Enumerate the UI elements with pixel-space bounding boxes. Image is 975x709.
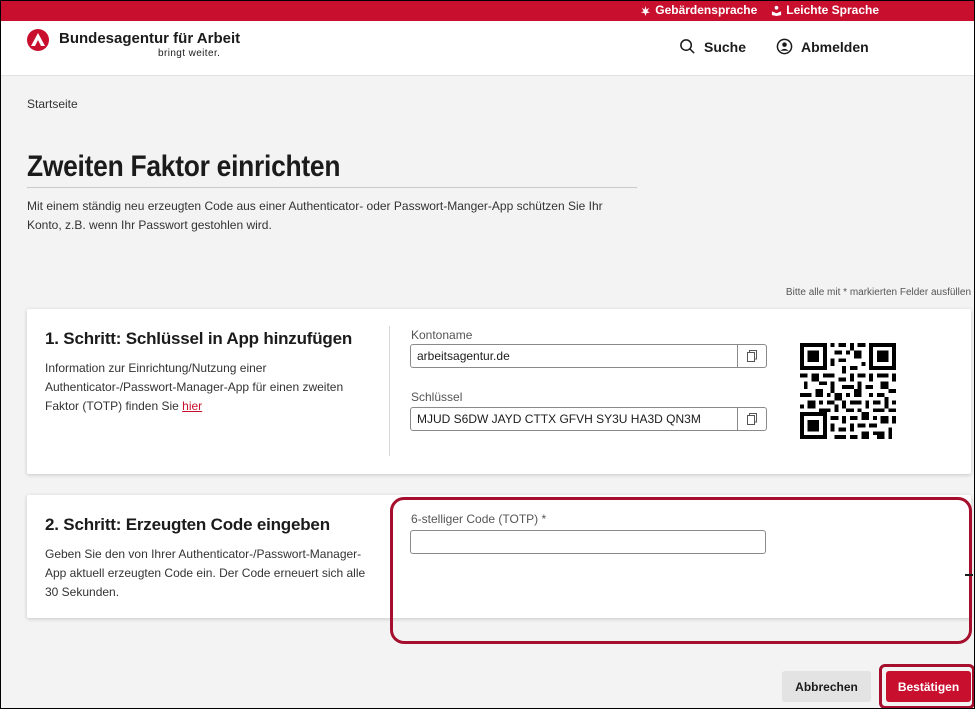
title-divider xyxy=(27,187,637,188)
totp-field-highlight xyxy=(390,497,972,644)
logout-button[interactable]: Abmelden xyxy=(776,38,869,55)
step2-description: Geben Sie den von Ihrer Authenticator-/P… xyxy=(45,547,366,599)
sign-language-label: Gebärdensprache xyxy=(655,3,758,17)
book-reader-icon xyxy=(772,5,782,16)
top-utility-bar: Gebärdensprache Leichte Sprache xyxy=(0,0,975,21)
page-intro: Mit einem ständig neu erzeugten Code aus… xyxy=(27,199,603,232)
step2-heading: 2. Schritt: Erzeugten Code eingeben xyxy=(45,515,330,534)
step1-help-link[interactable]: hier xyxy=(182,399,202,413)
key-field[interactable]: MJUD S6DW JAYD CTTX GFVH SY3U HA3D QN3M xyxy=(410,407,767,431)
search-button[interactable]: Suche xyxy=(679,38,746,55)
required-fields-note: Bitte alle mit * markierten Felder ausfü… xyxy=(785,287,971,298)
site-header: Bundesagentur für Arbeit bringt weiter. … xyxy=(0,21,975,76)
easy-language-label: Leichte Sprache xyxy=(786,3,879,17)
search-icon xyxy=(680,39,695,54)
copy-account-button[interactable] xyxy=(737,345,766,367)
copy-key-button[interactable] xyxy=(737,408,766,430)
sign-language-link[interactable]: Gebärdensprache xyxy=(640,3,757,17)
copy-icon xyxy=(747,413,757,425)
step1-heading: 1. Schritt: Schlüssel in App hinzufügen xyxy=(45,329,353,348)
key-label: Schlüssel xyxy=(411,390,463,404)
key-value: MJUD S6DW JAYD CTTX GFVH SY3U HA3D QN3M xyxy=(417,412,701,426)
account-name-label: Kontoname xyxy=(411,328,473,342)
annotation-pointer xyxy=(965,574,973,576)
brand-name[interactable]: Bundesagentur für Arbeit xyxy=(59,30,240,47)
search-label: Suche xyxy=(704,38,747,55)
user-circle-icon xyxy=(776,38,793,55)
copy-icon xyxy=(747,350,757,362)
account-name-value: arbeitsagentur.de xyxy=(417,349,510,363)
qr-code-icon xyxy=(800,343,896,439)
logout-label: Abmelden xyxy=(801,38,869,55)
cancel-button[interactable]: Abbrechen xyxy=(782,671,871,702)
account-name-field[interactable]: arbeitsagentur.de xyxy=(410,344,767,368)
confirm-button[interactable]: Bestätigen xyxy=(886,671,971,702)
ba-logo-icon[interactable] xyxy=(27,29,49,51)
breadcrumb-home[interactable]: Startseite xyxy=(27,97,78,111)
step1-divider xyxy=(389,326,390,456)
page-title: Zweiten Faktor einrichten xyxy=(27,150,341,183)
easy-language-link[interactable]: Leichte Sprache xyxy=(771,3,879,17)
step1-card: 1. Schritt: Schlüssel in App hinzufügen … xyxy=(27,309,971,474)
step1-description: Information zur Einrichtung/Nutzung eine… xyxy=(45,359,375,416)
brand-tagline: bringt weiter. xyxy=(158,48,221,59)
hand-icon xyxy=(641,5,651,16)
